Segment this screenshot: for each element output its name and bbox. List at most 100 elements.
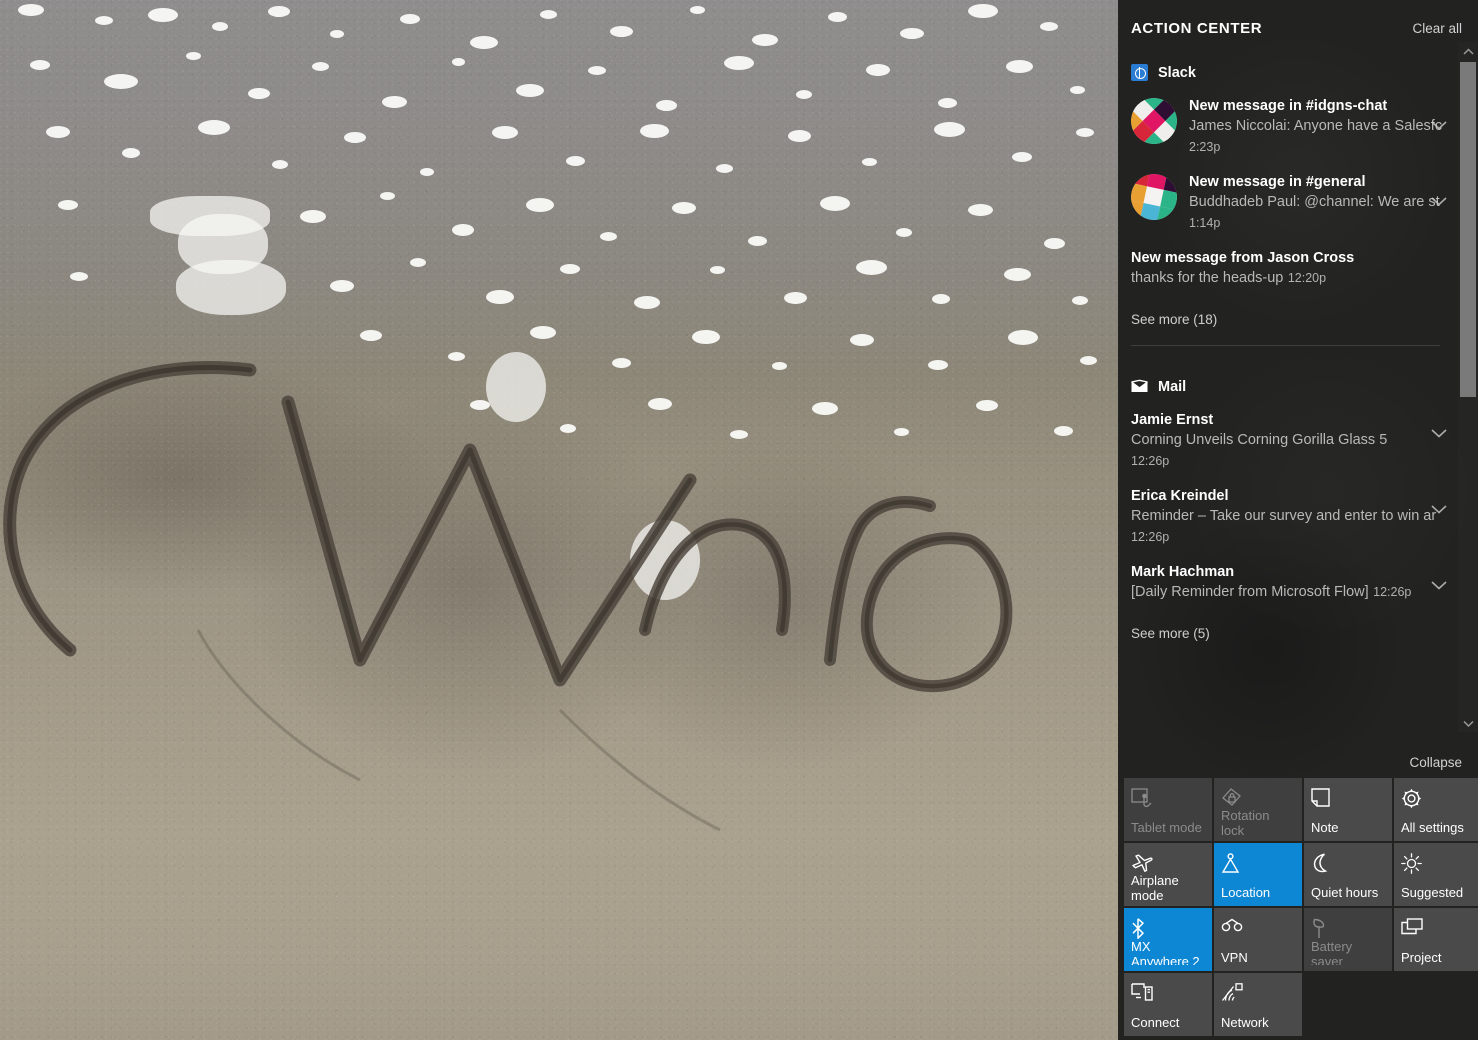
quick-action-suggested[interactable]: Suggested	[1394, 843, 1478, 906]
vpn-icon	[1221, 918, 1295, 940]
app-group-name: Slack	[1158, 64, 1196, 81]
quick-action-label: Rotation lock	[1221, 808, 1270, 835]
notification-subtitle: [Daily Reminder from Microsoft Flow]	[1131, 584, 1369, 600]
slack-icon	[1131, 64, 1148, 81]
quick-action-label: Suggested	[1401, 885, 1464, 900]
notification-title: Erica Kreindel	[1131, 488, 1229, 504]
notification-time: 12:26p	[1131, 454, 1170, 468]
action-center-title: ACTION CENTER	[1131, 19, 1263, 37]
notification-time: 12:20p	[1287, 271, 1327, 285]
notification-item[interactable]: New message in #idgns-chat James Niccola…	[1118, 90, 1456, 166]
quick-action-label: MX Anywhere 2	[1131, 939, 1200, 965]
quick-action-label: Battery saver	[1311, 939, 1353, 965]
wifi-icon	[1221, 983, 1295, 1005]
notification-time: 12:26p	[1131, 530, 1170, 544]
battery-leaf-icon	[1311, 918, 1385, 939]
see-more-link[interactable]: See more (18)	[1118, 298, 1456, 345]
sand-writing	[3, 361, 1013, 832]
tile-empty-slot	[1394, 973, 1478, 1036]
notification-subtitle: Corning Unveils Corning Gorilla Glass 5	[1131, 432, 1388, 448]
action-center-panel: ACTION CENTER Clear all Slack New messag…	[1118, 0, 1478, 1040]
notification-title: New message in #general	[1189, 174, 1366, 190]
project-screen-icon	[1401, 918, 1475, 940]
notification-time: 12:26p	[1373, 585, 1412, 599]
notification-title: Mark Hachman	[1131, 564, 1235, 580]
notification-subtitle: Reminder – Take our survey and enter to …	[1131, 508, 1437, 524]
quick-action-mx-anywhere-2[interactable]: MX Anywhere 2	[1124, 908, 1212, 971]
airplane-icon	[1131, 853, 1205, 873]
quick-action-label: Connect	[1131, 1015, 1180, 1030]
notification-time: 2:23p	[1189, 140, 1221, 154]
quick-action-rotation-lock[interactable]: Rotation lock	[1214, 778, 1302, 841]
scroll-down-button[interactable]	[1458, 714, 1478, 732]
collapse-button[interactable]: Collapse	[1409, 755, 1462, 770]
notification-item[interactable]: Erica Kreindel Reminder – Take our surve…	[1118, 480, 1456, 556]
group-divider	[1131, 345, 1440, 346]
collapse-row: Collapse	[1118, 746, 1478, 778]
notification-item[interactable]: New message from Jason Cross thanks for …	[1118, 242, 1456, 298]
notification-group-slack: Slack New message in #idgns-chat James N…	[1118, 56, 1456, 346]
location-pin-icon	[1221, 853, 1295, 875]
quick-action-project[interactable]: Project	[1394, 908, 1478, 971]
scroll-up-button[interactable]	[1458, 42, 1478, 60]
desktop-wallpaper[interactable]	[0, 0, 1118, 1040]
app-group-name: Mail	[1158, 378, 1187, 395]
tablet-mode-icon	[1131, 788, 1205, 810]
quick-action-label: Airplane mode	[1131, 873, 1179, 900]
notification-time: 1:14p	[1189, 216, 1221, 230]
chevron-down-icon[interactable]	[1430, 118, 1448, 130]
notification-title: New message in #idgns-chat	[1189, 98, 1388, 114]
notification-item[interactable]: New message in #general Buddhadeb Paul: …	[1118, 166, 1456, 242]
quick-action-vpn[interactable]: VPN	[1214, 908, 1302, 971]
quick-action-label: Note	[1311, 820, 1339, 835]
avatar	[1131, 98, 1177, 144]
quick-action-all-settings[interactable]: All settings	[1394, 778, 1478, 841]
chevron-down-icon[interactable]	[1430, 426, 1448, 438]
quick-action-location[interactable]: Location	[1214, 843, 1302, 906]
notification-list[interactable]: Slack New message in #idgns-chat James N…	[1118, 56, 1478, 746]
tile-empty-slot	[1304, 973, 1392, 1036]
connect-icon	[1131, 983, 1205, 1005]
quick-action-network[interactable]: Network	[1214, 973, 1302, 1036]
action-center-header: ACTION CENTER Clear all	[1118, 0, 1478, 56]
notification-subtitle: thanks for the heads-up	[1131, 270, 1284, 286]
notification-subtitle: James Niccolai: Anyone have a Salesfc	[1189, 118, 1443, 134]
chevron-down-icon[interactable]	[1430, 194, 1448, 206]
notification-group-mail: Mail Jamie Ernst Corning Unveils Corning…	[1118, 370, 1456, 659]
notification-item[interactable]: Mark Hachman [Daily Reminder from Micros…	[1118, 556, 1456, 612]
quick-action-label: Network	[1221, 1015, 1269, 1030]
quick-action-label: Location	[1221, 885, 1271, 900]
avatar	[1131, 174, 1177, 220]
notification-title: New message from Jason Cross	[1131, 250, 1355, 266]
mail-envelope-icon	[1131, 378, 1148, 395]
gear-icon	[1401, 788, 1475, 810]
quick-action-label: VPN	[1221, 950, 1248, 965]
scrollbar-thumb[interactable]	[1460, 62, 1476, 397]
moon-icon	[1311, 853, 1385, 875]
note-icon	[1311, 788, 1385, 810]
quick-action-airplane-mode[interactable]: Airplane mode	[1124, 843, 1212, 906]
quick-actions-grid: Tablet mode Rotation lock Note All setti…	[1118, 778, 1478, 1038]
chevron-down-icon[interactable]	[1430, 502, 1448, 514]
notification-item[interactable]: Jamie Ernst Corning Unveils Corning Gori…	[1118, 404, 1456, 480]
quick-action-note[interactable]: Note	[1304, 778, 1392, 841]
notification-scrollbar[interactable]	[1458, 42, 1478, 732]
see-more-link[interactable]: See more (5)	[1118, 612, 1456, 659]
app-group-header[interactable]: Slack	[1118, 56, 1456, 90]
notification-subtitle: Buddhadeb Paul: @channel: We are st	[1189, 194, 1440, 210]
quick-action-label: Quiet hours	[1311, 885, 1379, 900]
quick-action-label: All settings	[1401, 820, 1464, 835]
quick-action-tablet-mode[interactable]: Tablet mode	[1124, 778, 1212, 841]
quick-action-label: Project	[1401, 950, 1442, 965]
notification-title: Jamie Ernst	[1131, 412, 1214, 428]
sun-icon	[1401, 853, 1475, 875]
bluetooth-icon	[1131, 918, 1205, 939]
quick-action-connect[interactable]: Connect	[1124, 973, 1212, 1036]
app-group-header[interactable]: Mail	[1118, 370, 1456, 404]
chevron-down-icon[interactable]	[1430, 578, 1448, 590]
quick-action-battery-saver[interactable]: Battery saver	[1304, 908, 1392, 971]
clear-all-button[interactable]: Clear all	[1412, 21, 1462, 36]
rotation-lock-icon	[1221, 788, 1295, 808]
quick-action-label: Tablet mode	[1131, 820, 1202, 835]
quick-action-quiet-hours[interactable]: Quiet hours	[1304, 843, 1392, 906]
